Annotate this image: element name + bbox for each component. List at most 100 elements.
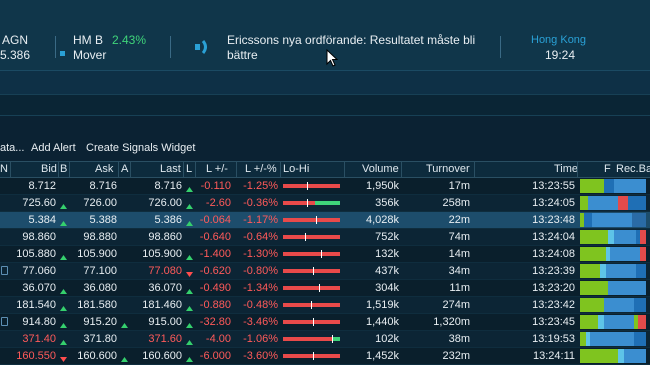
table-row[interactable]: 105.880 105.900 105.900 -1.400 -1.30% 132k 14m… bbox=[0, 246, 650, 263]
col-header-a[interactable]: A bbox=[121, 163, 128, 175]
col-header-last[interactable]: Last bbox=[160, 163, 181, 175]
col-header-time[interactable]: Time bbox=[554, 163, 578, 175]
ticker-item-agn-price: 5.386 bbox=[0, 48, 31, 62]
ticker-item-agn-name[interactable]: AGN bbox=[2, 32, 28, 48]
last-arrow-icon bbox=[186, 285, 193, 297]
cell-change: -32.80 bbox=[199, 316, 231, 328]
news-doc-icon[interactable] bbox=[1, 317, 8, 326]
cell-ask: 160.600 bbox=[77, 350, 117, 362]
table-row[interactable]: 5.384 5.388 5.386 -0.064 -1.17% 4,028k 22m 13:2… bbox=[0, 212, 650, 229]
cell-ask: 98.880 bbox=[83, 231, 117, 243]
ticker-item-hmb-name[interactable]: HM B bbox=[73, 32, 103, 48]
cell-change: -0.064 bbox=[199, 214, 231, 226]
cell-change-percent: -0.64% bbox=[243, 231, 278, 243]
cell-time: 13:24:05 bbox=[532, 197, 575, 209]
cell-turnover: 38m bbox=[448, 333, 470, 345]
cell-turnover: 17m bbox=[448, 180, 470, 192]
cell-ask: 105.900 bbox=[77, 248, 117, 260]
cell-change-percent: -3.60% bbox=[243, 350, 278, 362]
col-header-bid[interactable]: Bid bbox=[41, 163, 57, 175]
market-name[interactable]: Hong Kong bbox=[531, 32, 586, 48]
toolbar-partial-item[interactable]: ata... bbox=[0, 142, 24, 154]
news-headline-line1[interactable]: Ericssons nya ordförande: Resultatet mås… bbox=[227, 32, 475, 48]
col-header-l-change[interactable]: L +/- bbox=[206, 163, 228, 175]
col-header-l[interactable]: L bbox=[186, 163, 192, 175]
cell-volume: 4,028k bbox=[365, 214, 399, 226]
cell-last: 5.386 bbox=[154, 214, 182, 226]
bid-arrow-icon bbox=[60, 319, 67, 331]
cell-volume: 102k bbox=[375, 333, 399, 345]
cell-time: 13:24:11 bbox=[532, 350, 575, 362]
last-arrow-icon bbox=[186, 353, 193, 365]
last-arrow-icon bbox=[186, 319, 193, 331]
cell-bid: 181.540 bbox=[16, 299, 56, 311]
table-row[interactable]: 725.60 726.00 726.00 -2.60 -0.36% 356k 258m 13:… bbox=[0, 195, 650, 212]
cell-time: 13:23:45 bbox=[532, 316, 575, 328]
bid-arrow-icon bbox=[60, 200, 67, 212]
cell-change-percent: -1.34% bbox=[243, 282, 278, 294]
col-header-ask[interactable]: Ask bbox=[95, 163, 113, 175]
lo-hi-bar bbox=[283, 352, 340, 360]
cell-volume: 1,440k bbox=[365, 316, 399, 328]
col-header-l-percent[interactable]: L +/-% bbox=[245, 163, 277, 175]
cell-bid: 105.880 bbox=[16, 248, 56, 260]
news-headline-line2[interactable]: bättre bbox=[227, 47, 258, 63]
cell-change: -0.490 bbox=[199, 282, 231, 294]
cell-change: -6.000 bbox=[199, 350, 231, 362]
cell-last: 160.600 bbox=[142, 350, 182, 362]
table-row[interactable]: 98.860 98.880 98.860 -0.640 -0.64% 752k 74m 13:… bbox=[0, 229, 650, 246]
cell-turnover: 74m bbox=[448, 231, 470, 243]
col-header-b[interactable]: B bbox=[60, 163, 67, 175]
table-row[interactable]: 36.070 36.080 36.070 -0.490 -1.34% 304k 11m 13:… bbox=[0, 280, 650, 297]
table-row[interactable]: 8.712 8.716 8.716 -0.110 -1.25% 1,950k 17m 13:2… bbox=[0, 178, 650, 195]
ask-arrow-icon bbox=[121, 319, 128, 331]
last-arrow-icon bbox=[186, 302, 193, 314]
cell-change: -0.620 bbox=[199, 265, 231, 277]
cell-turnover: 258m bbox=[442, 197, 470, 209]
col-header-f[interactable]: F bbox=[604, 163, 611, 175]
cell-ask: 915.20 bbox=[83, 316, 117, 328]
cell-time: 13:23:39 bbox=[532, 265, 575, 277]
add-alert-button[interactable]: Add Alert bbox=[31, 142, 76, 154]
table-row[interactable]: 77.060 77.100 77.080 -0.620 -0.80% 437k 34m 13:… bbox=[0, 263, 650, 280]
cell-ask: 371.80 bbox=[83, 333, 117, 345]
table-row[interactable]: 914.80 915.20 915.00 -32.80 -3.46% 1,440k 1,32… bbox=[0, 314, 650, 331]
lo-hi-bar bbox=[283, 250, 340, 258]
col-header-rec-ba[interactable]: Rec.Ba bbox=[616, 163, 650, 175]
last-arrow-icon bbox=[186, 217, 193, 229]
cell-bid: 8.712 bbox=[28, 180, 56, 192]
lo-hi-bar bbox=[283, 318, 340, 326]
table-header: N Bid B Ask A Last L L +/- L +/-% Lo-Hi … bbox=[0, 161, 650, 179]
cell-volume: 304k bbox=[375, 282, 399, 294]
table-row[interactable]: 181.540 181.580 181.460 -0.880 -0.48% 1,519k 2… bbox=[0, 297, 650, 314]
news-broadcast-icon bbox=[190, 35, 214, 59]
create-signals-widget-button[interactable]: Create Signals Widget bbox=[86, 142, 195, 154]
col-header-turnover[interactable]: Turnover bbox=[426, 163, 470, 175]
cell-bid: 160.550 bbox=[16, 350, 56, 362]
cell-bid: 77.060 bbox=[22, 265, 56, 277]
col-header-n[interactable]: N bbox=[0, 163, 8, 175]
table-row[interactable]: 371.40 371.80 371.60 -4.00 -1.06% 102k 38m 13:1… bbox=[0, 331, 650, 348]
cell-bid: 914.80 bbox=[22, 316, 56, 328]
last-arrow-icon bbox=[186, 336, 193, 348]
cell-change: -1.400 bbox=[199, 248, 231, 260]
cell-change-percent: -1.30% bbox=[243, 248, 278, 260]
table-row[interactable]: 160.550 160.600 160.600 -6.000 -3.60% 1,452k 2… bbox=[0, 348, 650, 365]
market-time: 19:24 bbox=[545, 48, 576, 62]
mover-icon bbox=[60, 51, 65, 56]
col-header-volume[interactable]: Volume bbox=[362, 163, 399, 175]
bid-arrow-icon bbox=[60, 336, 67, 348]
lo-hi-bar bbox=[283, 267, 340, 275]
cell-ask: 726.00 bbox=[83, 197, 117, 209]
lo-hi-bar bbox=[283, 233, 340, 241]
cell-last: 915.00 bbox=[148, 316, 182, 328]
cell-ask: 77.100 bbox=[83, 265, 117, 277]
cell-last: 98.860 bbox=[148, 231, 182, 243]
news-doc-icon[interactable] bbox=[1, 266, 8, 275]
cell-turnover: 232m bbox=[442, 350, 470, 362]
lo-hi-bar bbox=[283, 301, 340, 309]
col-header-lo-hi[interactable]: Lo-Hi bbox=[283, 163, 309, 175]
last-arrow-icon bbox=[186, 268, 193, 280]
lo-hi-bar bbox=[283, 199, 340, 207]
cell-volume: 1,519k bbox=[365, 299, 399, 311]
